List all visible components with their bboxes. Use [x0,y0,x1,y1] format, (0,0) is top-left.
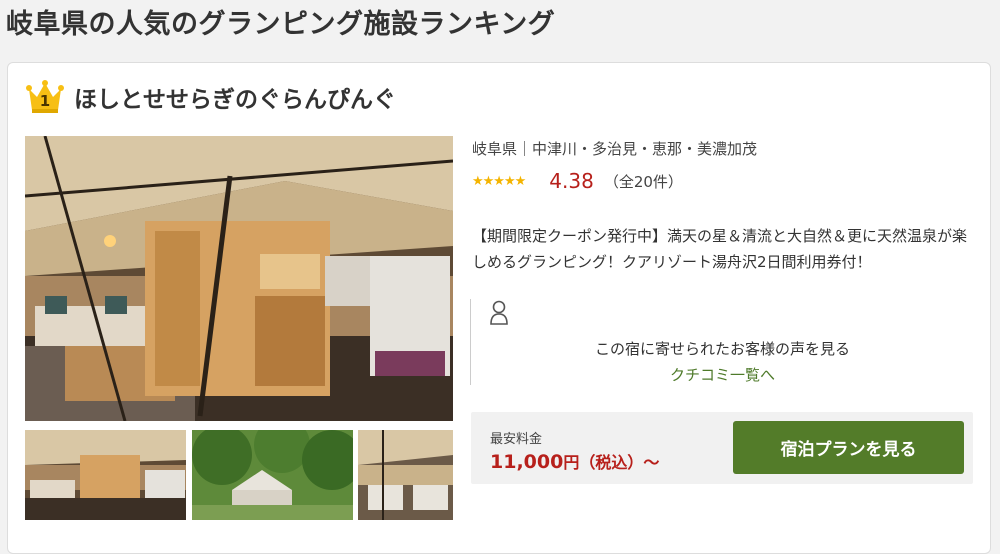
reviews-link[interactable]: クチコミ一覧へ [471,364,974,385]
rank-header: 1 ほしとせせらぎのぐらんぴんぐ [26,77,396,117]
price-value: 11,000円（税込）～ [490,449,659,473]
crown-icon: 1 [26,79,64,115]
person-icon [489,300,509,330]
main-photo[interactable] [25,136,453,421]
reviews-prompt: この宿に寄せられたお客様の声を見る [594,340,850,358]
facility-description: 【期間限定クーポン発行中】満天の星＆清流と大自然＆更に天然温泉が楽しめるグランピ… [472,227,968,271]
reviews-section: この宿に寄せられたお客様の声を見る クチコミ一覧へ [470,299,974,385]
facility-name[interactable]: ほしとせせらぎのぐらんぴんぐ [74,80,396,114]
thumbnail-bedroom[interactable] [358,430,453,520]
price-section: 最安料金 11,000円（税込）～ 宿泊プランを見る [471,412,973,484]
price-amount: 11,000 [490,451,564,473]
area-location[interactable]: 岐阜県｜中津川・多治見・恵那・美濃加茂 [472,138,757,159]
view-plans-button[interactable]: 宿泊プランを見る [733,421,964,474]
price-label: 最安料金 [490,432,543,447]
rating-stars: ★★★★★ [472,173,526,189]
facility-card: 1 ほしとせせらぎのぐらんぴんぐ 岐阜県｜中津川・多治見・恵那・美濃加茂 ★★★… [7,62,991,554]
rank-number: 1 [39,92,51,110]
page-title: 岐阜県の人気のグランピング施設ランキング [6,9,556,40]
thumbnail-exterior[interactable] [192,430,353,520]
thumbnail-interior[interactable] [25,430,186,520]
rating-score: 4.38 [549,169,594,193]
price-suffix: 円（税込）～ [563,453,660,472]
rating-row: ★★★★★ 4.38 （全20件） [472,169,683,193]
review-count: （全20件） [603,172,683,191]
